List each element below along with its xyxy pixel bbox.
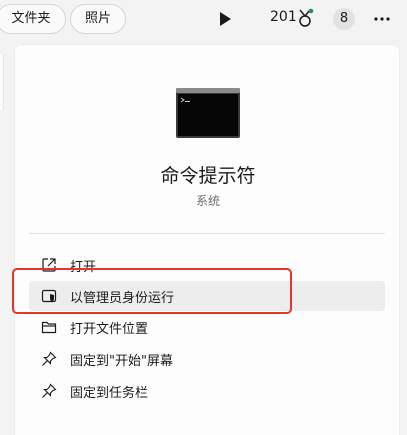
play-icon[interactable] (218, 11, 232, 27)
rewards-points[interactable]: 201 (270, 9, 297, 25)
app-category: 系统 (195, 194, 220, 208)
menu-item-pin-to-start[interactable]: 固定到"开始"屏幕 (29, 344, 385, 374)
shield-admin-icon (41, 289, 57, 303)
divider (29, 233, 385, 234)
app-details-panel: 命令提示符 系统 打开 以管理员身份运行 打开文件位置 固定到"开始"屏幕 固定… (14, 44, 400, 435)
app-title: 命令提示符 (160, 165, 256, 187)
pin-icon (42, 383, 57, 398)
menu-item-label: 打开 (70, 260, 97, 275)
folder-icon (41, 321, 57, 334)
menu-item-label: 固定到"开始"屏幕 (70, 354, 173, 369)
more-horizontal-icon[interactable] (372, 9, 392, 29)
menu-item-label: 打开文件位置 (70, 322, 149, 337)
filter-chip-folders[interactable]: 文件夹 (0, 4, 66, 34)
menu-item-pin-to-taskbar[interactable]: 固定到任务栏 (29, 376, 385, 406)
account-avatar[interactable]: 8 (333, 8, 355, 30)
filter-chip-photos[interactable]: 照片 (70, 4, 126, 34)
top-bar: 文件夹 照片 201 8 (0, 0, 407, 40)
left-panel-edge (0, 54, 4, 110)
menu-item-label: 以管理员身份运行 (70, 291, 175, 306)
command-prompt-icon (176, 88, 240, 138)
menu-item-open[interactable]: 打开 (29, 250, 385, 280)
open-external-icon (42, 258, 56, 272)
menu-item-open-file-location[interactable]: 打开文件位置 (29, 312, 385, 342)
pin-icon (42, 351, 57, 366)
rewards-medal-icon[interactable] (296, 8, 314, 30)
menu-item-label: 固定到任务栏 (70, 386, 149, 401)
menu-item-run-as-admin[interactable]: 以管理员身份运行 (29, 281, 385, 311)
